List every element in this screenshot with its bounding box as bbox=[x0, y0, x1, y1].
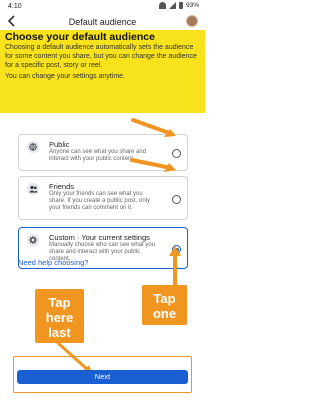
intro-title: Choose your default audience bbox=[5, 31, 155, 43]
intro-more: You can change your settings anytime. bbox=[5, 72, 125, 80]
option-title: Custom · Your current settings bbox=[49, 233, 150, 242]
signal-icon bbox=[168, 2, 176, 9]
intro-body: Choosing a default audience automaticall… bbox=[5, 44, 197, 69]
wifi-icon bbox=[158, 2, 166, 9]
battery-level: 93% bbox=[185, 2, 199, 9]
gear-icon bbox=[27, 234, 39, 246]
radio-custom[interactable] bbox=[172, 245, 181, 254]
status-time: 4:10 bbox=[8, 3, 22, 10]
option-description: Anyone can see what you share and intera… bbox=[49, 149, 147, 163]
globe-icon bbox=[27, 141, 39, 153]
option-public[interactable]: Public Anyone can see what you share and… bbox=[18, 134, 188, 171]
page-title: Default audience bbox=[68, 17, 137, 27]
status-bar: 4:10 93% bbox=[0, 0, 205, 14]
annotation-tap-one: Tap one bbox=[142, 285, 187, 325]
status-indicators: 93% bbox=[158, 2, 199, 9]
radio-friends[interactable] bbox=[172, 195, 181, 204]
option-title: Friends bbox=[49, 182, 75, 191]
friends-icon bbox=[27, 183, 39, 195]
radio-public[interactable] bbox=[172, 149, 181, 158]
help-link[interactable]: Need help choosing? bbox=[18, 258, 88, 267]
avatar[interactable] bbox=[186, 15, 198, 27]
option-friends[interactable]: Friends Only your friends can see what y… bbox=[18, 176, 188, 220]
next-button[interactable]: Next bbox=[17, 370, 188, 384]
annotation-tap-last: Tap here last bbox=[35, 289, 84, 343]
option-description: Only your friends can see what you share… bbox=[49, 191, 151, 212]
battery-icon bbox=[178, 2, 183, 9]
intro-section: Choose your default audience Choosing a … bbox=[0, 30, 205, 113]
option-title: Public bbox=[49, 140, 70, 149]
